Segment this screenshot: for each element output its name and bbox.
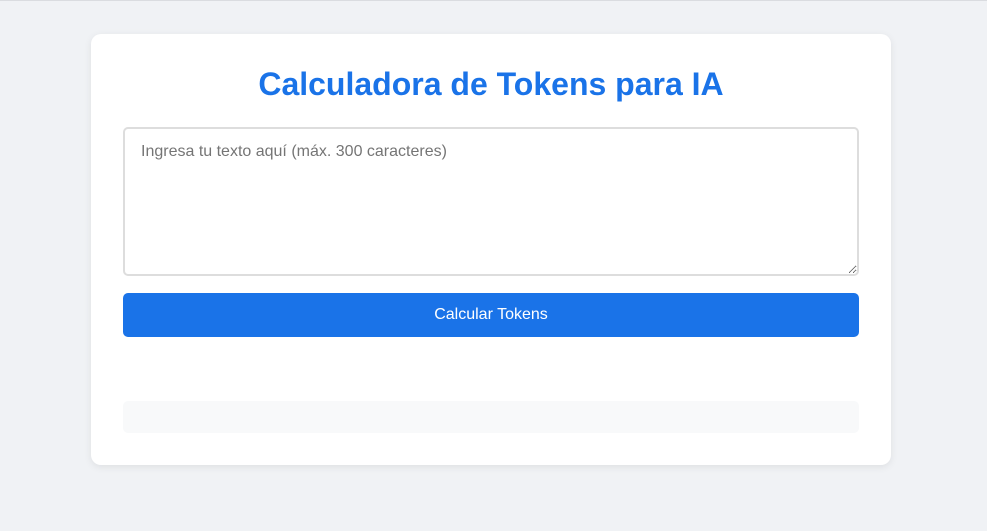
page-title: Calculadora de Tokens para IA bbox=[258, 66, 724, 102]
text-input[interactable] bbox=[123, 127, 859, 276]
top-divider bbox=[0, 0, 987, 1]
calculator-card: Calculadora de Tokens para IA Calcular T… bbox=[91, 34, 891, 465]
calculate-tokens-button[interactable]: Calcular Tokens bbox=[123, 293, 859, 337]
result-box bbox=[123, 401, 859, 433]
